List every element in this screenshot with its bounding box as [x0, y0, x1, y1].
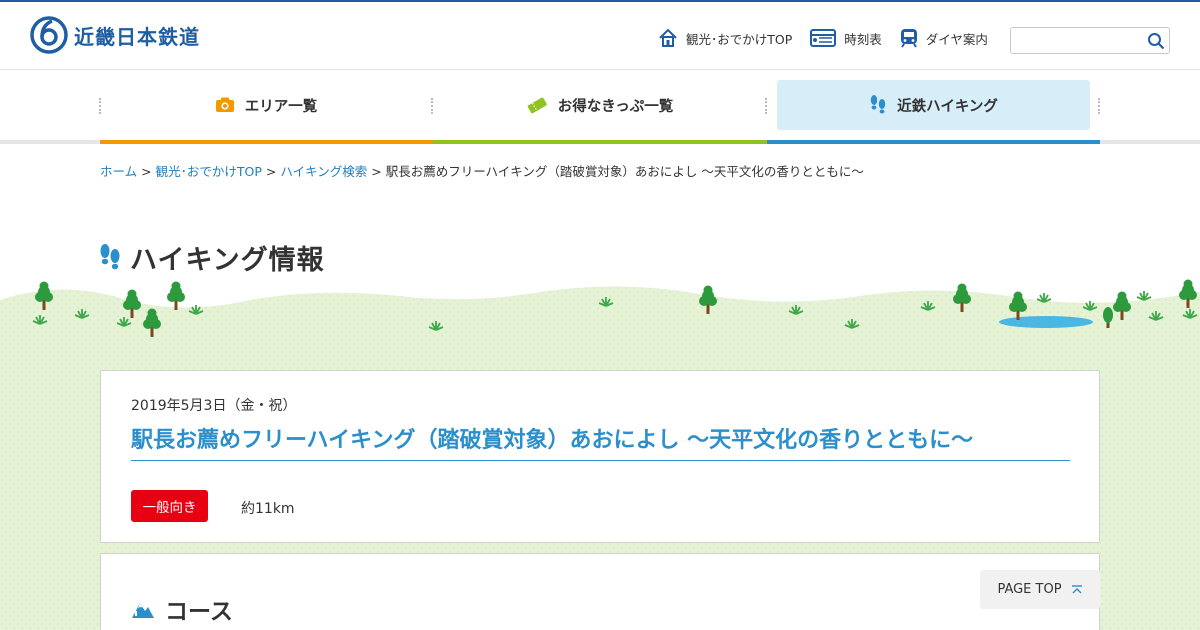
util-link-label: ダイヤ案内	[925, 31, 988, 47]
nav-label: お得なきっぷ一覧	[557, 98, 674, 115]
util-link-dia-guide[interactable]: ダイヤ案内	[900, 28, 988, 48]
nav-area-list[interactable]: エリア一覧	[101, 80, 431, 130]
event-title: 駅長お薦めフリーハイキング（踏破賞対象）あおによし 〜天平文化の香りとともに〜	[131, 422, 1070, 461]
kintetsu-logo-icon	[30, 16, 68, 54]
event-date: 2019年5月3日（金・祝）	[131, 398, 297, 414]
camera-icon	[215, 97, 234, 112]
breadcrumb-link-hiking-search[interactable]: ハイキング検索	[280, 164, 367, 179]
breadcrumb-link-sightseeing-top[interactable]: 観光･おでかけTOP	[156, 164, 262, 179]
nav-label: エリア一覧	[244, 98, 318, 115]
util-link-label: 観光･おでかけTOP	[686, 31, 793, 47]
course-heading: コース	[131, 592, 233, 626]
event-card: 2019年5月3日（金・祝） 駅長お薦めフリーハイキング（踏破賞対象）あおによし…	[100, 370, 1100, 543]
util-link-sightseeing-top[interactable]: 観光･おでかけTOP	[658, 28, 792, 48]
home-icon	[659, 28, 677, 47]
chevron-up-icon	[1071, 584, 1082, 593]
ticket-icon	[527, 97, 547, 114]
footprints-icon	[100, 243, 120, 269]
course-card: コース	[100, 553, 1100, 630]
breadcrumb-current: 駅長お薦めフリーハイキング（踏破賞対象）あおによし 〜天平文化の香りとともに〜	[385, 164, 864, 179]
mountain-icon	[132, 603, 154, 618]
course-title: コース	[165, 599, 233, 625]
page-heading: ハイキング情報	[130, 245, 325, 276]
timetable-icon	[810, 29, 837, 47]
nav-discount-tickets[interactable]: お得なきっぷ一覧	[434, 80, 765, 130]
site-header: 近畿日本鉄道 観光･おでかけTOP 時刻表 ダイヤ案内	[0, 2, 1200, 70]
search-input[interactable]	[1015, 31, 1145, 50]
nav-divider	[765, 98, 767, 114]
page-top-label: PAGE TOP	[997, 582, 1062, 597]
page-title: ハイキング情報	[98, 238, 325, 277]
difficulty-badge: 一般向き	[131, 490, 208, 522]
breadcrumb-separator: >	[141, 164, 152, 179]
nav-kintetsu-hiking[interactable]: 近鉄ハイキング	[777, 80, 1090, 130]
nav-label: 近鉄ハイキング	[897, 98, 998, 115]
global-nav: エリア一覧 お得なきっぷ一覧 近鉄ハイキング	[0, 70, 1200, 144]
logo-text: 近畿日本鉄道	[74, 24, 200, 49]
util-link-label: 時刻表	[844, 31, 882, 47]
nav-underline-area	[100, 140, 433, 144]
site-logo[interactable]: 近畿日本鉄道	[30, 16, 200, 54]
search-icon[interactable]	[1147, 32, 1165, 50]
page-top-button[interactable]: PAGE TOP	[980, 570, 1100, 609]
util-link-timetable[interactable]: 時刻表	[810, 29, 882, 48]
nav-divider	[431, 98, 433, 114]
train-icon	[900, 29, 917, 48]
event-distance: 約11km	[241, 501, 295, 517]
search-box	[1010, 27, 1170, 54]
breadcrumb-link-home[interactable]: ホーム	[100, 164, 137, 179]
utility-nav: 観光･おでかけTOP 時刻表 ダイヤ案内	[658, 28, 1006, 48]
breadcrumb: ホーム > 観光･おでかけTOP > ハイキング検索 > 駅長お薦めフリーハイキング（踏破賞…	[100, 161, 864, 180]
nav-divider	[1098, 98, 1100, 114]
breadcrumb-separator: >	[265, 164, 277, 179]
nav-underline-tickets	[433, 140, 767, 144]
footprints-icon	[870, 95, 886, 114]
breadcrumb-separator: >	[371, 164, 382, 179]
nav-underline-hiking	[767, 140, 1100, 144]
